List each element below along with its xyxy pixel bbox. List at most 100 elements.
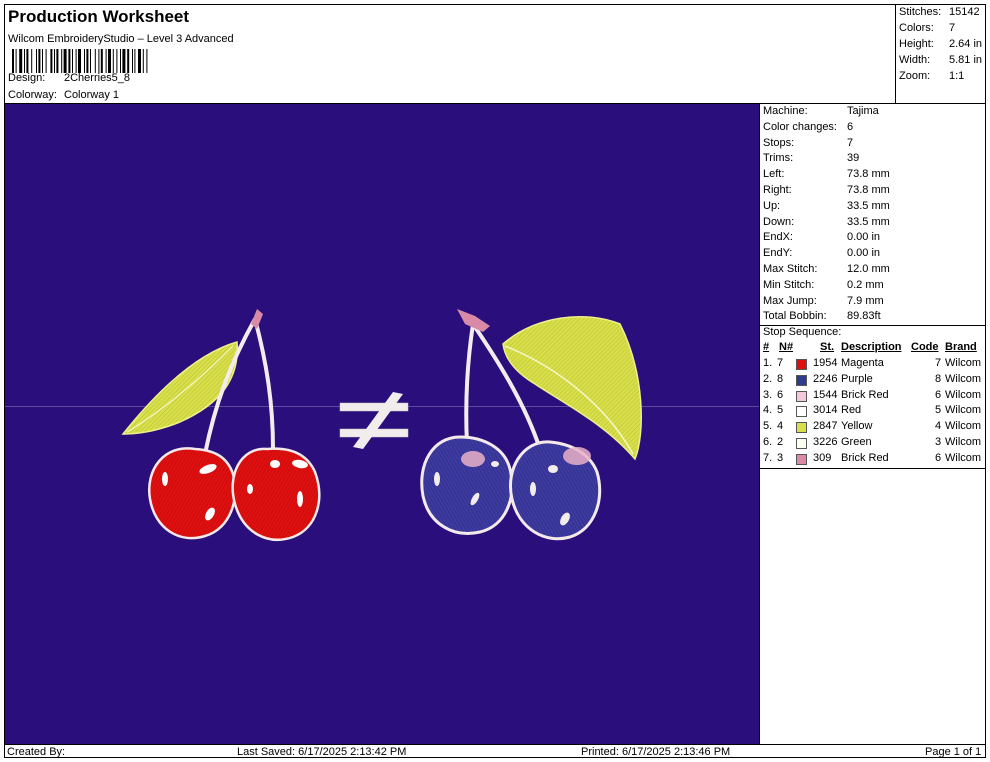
row-stitches: 1544 xyxy=(813,388,838,401)
row-brand: Wilcom xyxy=(945,451,982,464)
machine-info-label: Color changes: xyxy=(763,120,837,133)
zoom-row: Zoom: 1:1 xyxy=(899,70,964,82)
row-n: 4 xyxy=(777,420,784,433)
machine-info-row: Down: 33.5 mm xyxy=(763,216,890,228)
col-n: N# xyxy=(779,341,794,353)
zoom-value: 1:1 xyxy=(949,70,965,82)
row-n: 6 xyxy=(777,388,784,401)
machine-info-row: Min Stitch: 0.2 mm xyxy=(763,279,884,291)
color-swatch xyxy=(796,438,807,449)
machine-info-row: EndX: 0.00 in xyxy=(763,231,880,243)
machine-info-label: Max Jump: xyxy=(763,294,817,307)
right-stem-1 xyxy=(464,323,475,445)
row-description: Purple xyxy=(841,372,873,385)
row-num: 5. xyxy=(763,420,773,433)
row-code: 5 xyxy=(935,404,942,417)
created-by: Created By: xyxy=(7,746,66,758)
row-brand: Wilcom xyxy=(945,436,982,448)
colorway-row: Colorway: Colorway 1 xyxy=(8,89,119,101)
stitches-label: Stitches: xyxy=(899,6,942,18)
machine-info-value: 89.83ft xyxy=(847,310,881,323)
machine-info-panel: Machine: Tajima Color changes: 6 Stops: 7 Trim… xyxy=(759,104,986,744)
machine-info-row: Up: 33.5 mm xyxy=(763,200,890,212)
machine-info-value: 0.2 mm xyxy=(847,278,884,291)
right-leaf xyxy=(502,315,642,461)
col-st: St. xyxy=(820,341,835,353)
width-value: 5.81 in xyxy=(949,54,983,66)
machine-info-value: 73.8 mm xyxy=(847,168,890,181)
row-num: 2. xyxy=(763,372,773,385)
row-stitches: 2847 xyxy=(813,420,838,433)
colors-row: Colors: 7 xyxy=(899,22,955,34)
row-description: Brick Red xyxy=(841,451,889,464)
stop-sequence-row: 2. 8 2246 Purple 8 Wilcom xyxy=(763,373,985,388)
barcode xyxy=(12,49,148,73)
height-row: Height: 2.64 in xyxy=(899,38,982,50)
page-number: Page 1 of 1 xyxy=(925,746,982,758)
stop-sequence-row: 7. 3 309 Brick Red 6 Wilcom xyxy=(763,452,985,467)
row-description: Brick Red xyxy=(841,388,889,401)
design-label: Design: xyxy=(8,72,46,84)
width-label: Width: xyxy=(899,54,931,66)
row-stitches: 3014 xyxy=(813,404,838,417)
machine-info-label: Down: xyxy=(763,215,795,228)
row-stitches: 309 xyxy=(813,451,832,464)
row-description: Red xyxy=(841,404,862,417)
stop-sequence-row: 4. 5 3014 Red 5 Wilcom xyxy=(763,404,985,419)
printed-date: Printed: 6/17/2025 2:13:46 PM xyxy=(581,746,731,758)
row-description: Magenta xyxy=(841,357,884,369)
col-description: Description xyxy=(841,341,902,353)
machine-info-label: Up: xyxy=(763,199,781,212)
left-cherry-1 xyxy=(147,447,237,540)
machine-info-value: 6 xyxy=(847,120,854,133)
machine-info-label: Max Stitch: xyxy=(763,263,818,275)
left-stem-2 xyxy=(253,318,275,450)
row-n: 8 xyxy=(777,372,784,385)
right-cherry-pair xyxy=(420,309,642,541)
row-n: 5 xyxy=(777,404,784,417)
machine-info-label: EndY: xyxy=(763,247,793,260)
width-row: Width: 5.81 in xyxy=(899,54,982,66)
machine-info-row: Total Bobbin: 89.83ft xyxy=(763,310,881,322)
row-code: 8 xyxy=(935,372,942,385)
col-brand: Brand xyxy=(945,341,977,353)
row-code: 6 xyxy=(935,451,942,464)
zoom-label: Zoom: xyxy=(899,70,931,82)
machine-info-label: EndX: xyxy=(763,231,793,244)
height-label: Height: xyxy=(899,38,934,50)
row-brand: Wilcom xyxy=(945,404,982,417)
stop-sequence-row: 6. 2 3226 Green 3 Wilcom xyxy=(763,436,985,451)
colorway-value: Colorway 1 xyxy=(64,89,120,101)
machine-info-value: Tajima xyxy=(847,105,879,117)
color-swatch xyxy=(796,422,807,434)
row-n: 2 xyxy=(777,436,784,448)
color-swatch xyxy=(796,406,807,418)
machine-info-row: Right: 73.8 mm xyxy=(763,184,890,196)
machine-info-value: 0.00 in xyxy=(847,231,881,244)
row-n: 7 xyxy=(777,357,784,369)
stop-sequence-row: 3. 6 1544 Brick Red 6 Wilcom xyxy=(763,389,985,404)
machine-info-value: 7 xyxy=(847,136,854,149)
row-stitches: 1954 xyxy=(813,357,838,369)
machine-info-row: Stops: 7 xyxy=(763,137,853,149)
col-num: # xyxy=(763,341,770,353)
last-saved: Last Saved: 6/17/2025 2:13:42 PM xyxy=(237,746,407,758)
row-n: 3 xyxy=(777,451,784,464)
machine-info-value: 0.00 in xyxy=(847,247,881,260)
machine-info-label: Left: xyxy=(763,168,785,181)
machine-info-value: 73.8 mm xyxy=(847,184,890,196)
design-preview xyxy=(5,104,759,744)
machine-info-label: Machine: xyxy=(763,105,808,117)
machine-info-label: Total Bobbin: xyxy=(763,310,827,323)
color-swatch xyxy=(796,359,807,370)
stitches-row: Stitches: 15142 xyxy=(899,6,980,18)
row-code: 4 xyxy=(935,420,942,433)
row-num: 7. xyxy=(763,451,773,464)
row-brand: Wilcom xyxy=(945,357,982,369)
color-swatch xyxy=(796,374,807,386)
colors-label: Colors: xyxy=(899,22,934,34)
left-cherry-pair xyxy=(121,309,321,541)
row-num: 3. xyxy=(763,388,773,401)
stitches-value: 15142 xyxy=(949,6,980,18)
design-value: 2Cherries5_8 xyxy=(64,72,131,84)
